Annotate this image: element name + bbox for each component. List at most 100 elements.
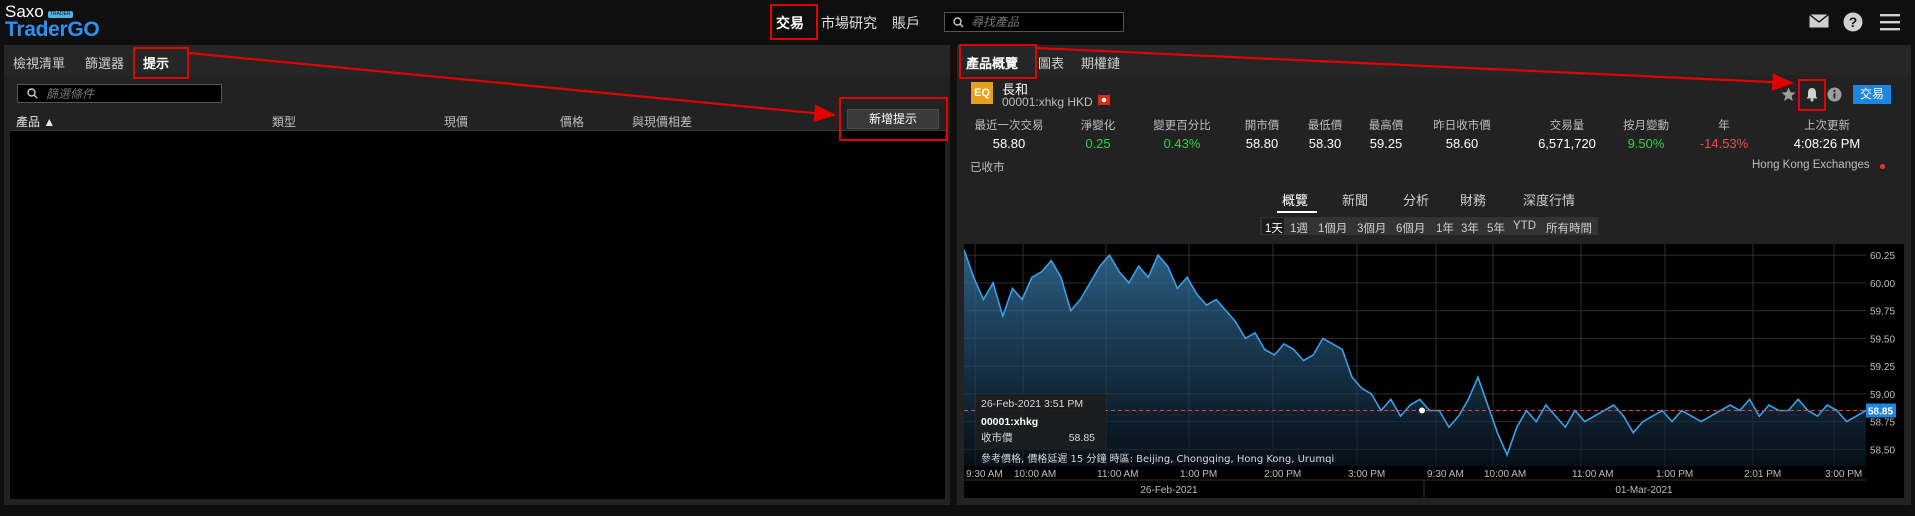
- market-status: 已收市: [970, 162, 1005, 174]
- tooltip-label: 收市價: [981, 431, 1013, 444]
- nav-account[interactable]: 賬戶: [892, 13, 920, 33]
- col-price[interactable]: 價格: [560, 113, 584, 130]
- range-1m[interactable]: 1個月: [1318, 220, 1347, 236]
- add-alert-button[interactable]: 新增提示: [847, 109, 939, 129]
- y-tick-label: 60.00: [1870, 279, 1895, 290]
- x-tick-label: 1:00 PM: [1656, 469, 1693, 480]
- x-tick-label: 1:00 PM: [1180, 469, 1217, 480]
- stat-label: 按月變動: [1623, 120, 1669, 132]
- tab-screener[interactable]: 篩選器: [85, 53, 124, 72]
- svg-text:?: ?: [1849, 14, 1858, 30]
- stat-value: -14.53%: [1699, 136, 1749, 151]
- y-tick-label: 59.00: [1870, 390, 1895, 401]
- x-tick-label: 9:30 AM: [966, 469, 1003, 480]
- tab-product-overview[interactable]: 產品概覽: [966, 53, 1018, 72]
- mail-icon[interactable]: [1809, 14, 1829, 28]
- trade-button[interactable]: 交易: [1853, 85, 1891, 104]
- filter-field[interactable]: [17, 84, 222, 103]
- x-tick-label: 10:00 AM: [1484, 469, 1526, 480]
- y-tick-label: 58.75: [1870, 418, 1895, 429]
- x-tick-label: 2:00 PM: [1264, 469, 1301, 480]
- range-6m[interactable]: 6個月: [1396, 220, 1425, 236]
- range-1y[interactable]: 1年: [1436, 220, 1454, 236]
- stat-label: 交易量: [1549, 120, 1585, 132]
- stat-value: 0.25: [1085, 136, 1111, 151]
- tooltip-time: 26-Feb-2021 3:51 PM: [981, 398, 1083, 410]
- range-ytd[interactable]: YTD: [1513, 220, 1536, 232]
- product-search[interactable]: [944, 12, 1124, 32]
- y-tick-label: 59.25: [1870, 362, 1895, 373]
- range-1w[interactable]: 1週: [1290, 220, 1308, 236]
- range-5y[interactable]: 5年: [1487, 220, 1505, 236]
- x-tick-label: 2:01 PM: [1744, 469, 1781, 480]
- price-chart[interactable]: 60.25 60.00 59.75 59.50 59.25 59.00 58.75 58.50…: [964, 244, 1904, 498]
- alerts-list: [10, 131, 945, 499]
- stat-label: 最低價: [1307, 120, 1343, 132]
- hk-flag-icon: [1098, 95, 1110, 105]
- stat-value: 6,571,720: [1538, 136, 1596, 151]
- date-label: 01-Mar-2021: [1615, 485, 1673, 496]
- stat-value: 58.80: [1245, 136, 1279, 151]
- tab-chart[interactable]: 圖表: [1038, 53, 1064, 72]
- range-3m[interactable]: 3個月: [1357, 220, 1386, 236]
- y-tick-label: 59.50: [1870, 334, 1895, 345]
- x-tick-label: 11:00 AM: [1097, 469, 1139, 480]
- stat-label: 昨日收市價: [1433, 120, 1491, 132]
- filter-input[interactable]: [46, 86, 216, 102]
- tooltip-symbol: 00001:xhkg: [981, 416, 1038, 428]
- stat-value: 58.30: [1308, 136, 1342, 151]
- bell-icon[interactable]: [1805, 87, 1819, 102]
- col-type[interactable]: 類型: [272, 113, 296, 130]
- product-symbol: 00001:xhkg HKD: [1002, 95, 1093, 109]
- tab-watchlist[interactable]: 檢視清單: [13, 53, 65, 72]
- stat-label: 最近一次交易: [974, 120, 1044, 132]
- col-difference[interactable]: 與現價相差: [632, 113, 692, 130]
- y-tick-label: 60.25: [1870, 251, 1895, 262]
- x-tick-label: 9:30 AM: [1427, 469, 1464, 480]
- nav-trade[interactable]: 交易: [776, 13, 804, 33]
- nav-research[interactable]: 市場研究: [821, 13, 877, 33]
- tooltip-value: 58.85: [1069, 432, 1095, 444]
- subtab-underline: [1277, 211, 1317, 213]
- asset-type-badge: EQ: [971, 82, 993, 104]
- subtab-financials[interactable]: 財務: [1460, 190, 1486, 209]
- stat-label: 變更百分比: [1153, 120, 1211, 132]
- stat-label: 年: [1718, 120, 1730, 132]
- last-price-label: 58.85: [1868, 407, 1893, 418]
- subtab-overview[interactable]: 概覽: [1282, 190, 1308, 209]
- subtab-depth[interactable]: 深度行情: [1523, 190, 1575, 209]
- help-icon[interactable]: ?: [1843, 12, 1863, 32]
- top-bar: Saxo TRADER TraderGO 交易 市場研究 賬戶 ?: [0, 0, 1915, 45]
- y-tick-label: 59.75: [1870, 307, 1895, 318]
- x-tick-label: 3:00 PM: [1825, 469, 1862, 480]
- range-all[interactable]: 所有時間: [1546, 220, 1592, 236]
- stat-label: 最高價: [1368, 120, 1404, 132]
- stat-value: 4:08:26 PM: [1793, 136, 1861, 151]
- tab-alerts[interactable]: 提示: [143, 53, 169, 72]
- logo-badge: TRADER: [48, 11, 73, 18]
- info-icon[interactable]: [1827, 87, 1842, 102]
- menu-icon[interactable]: [1880, 13, 1900, 31]
- tab-option-chain[interactable]: 期權鏈: [1081, 53, 1120, 72]
- stat-value: 0.43%: [1163, 136, 1201, 151]
- star-icon[interactable]: [1781, 87, 1796, 102]
- chart-footnote: 參考價格, 價格延遲 15 分鐘 時區: Beijing, Chongqing,…: [981, 452, 1334, 465]
- crosshair-dot: [1419, 407, 1425, 414]
- stat-label: 開市價: [1244, 120, 1280, 132]
- stat-value: 58.60: [1445, 136, 1479, 151]
- col-product[interactable]: 產品 ▲: [16, 113, 55, 130]
- exchange-name: Hong Kong Exchanges: [1752, 159, 1870, 171]
- subtab-news[interactable]: 新聞: [1342, 190, 1368, 209]
- range-3y[interactable]: 3年: [1461, 220, 1479, 236]
- y-tick-label: 58.50: [1870, 445, 1895, 456]
- subtab-analysis[interactable]: 分析: [1403, 190, 1429, 209]
- search-icon: [953, 17, 964, 28]
- x-tick-label: 3:00 PM: [1348, 469, 1385, 480]
- stat-value: 59.25: [1369, 136, 1403, 151]
- exchange-status-dot: [1880, 164, 1885, 169]
- stat-label: 上次更新: [1804, 120, 1850, 132]
- product-search-input[interactable]: [971, 14, 1121, 30]
- col-current-price[interactable]: 現價: [444, 113, 468, 130]
- stat-label: 淨變化: [1080, 120, 1116, 132]
- range-1d[interactable]: 1天: [1265, 220, 1283, 236]
